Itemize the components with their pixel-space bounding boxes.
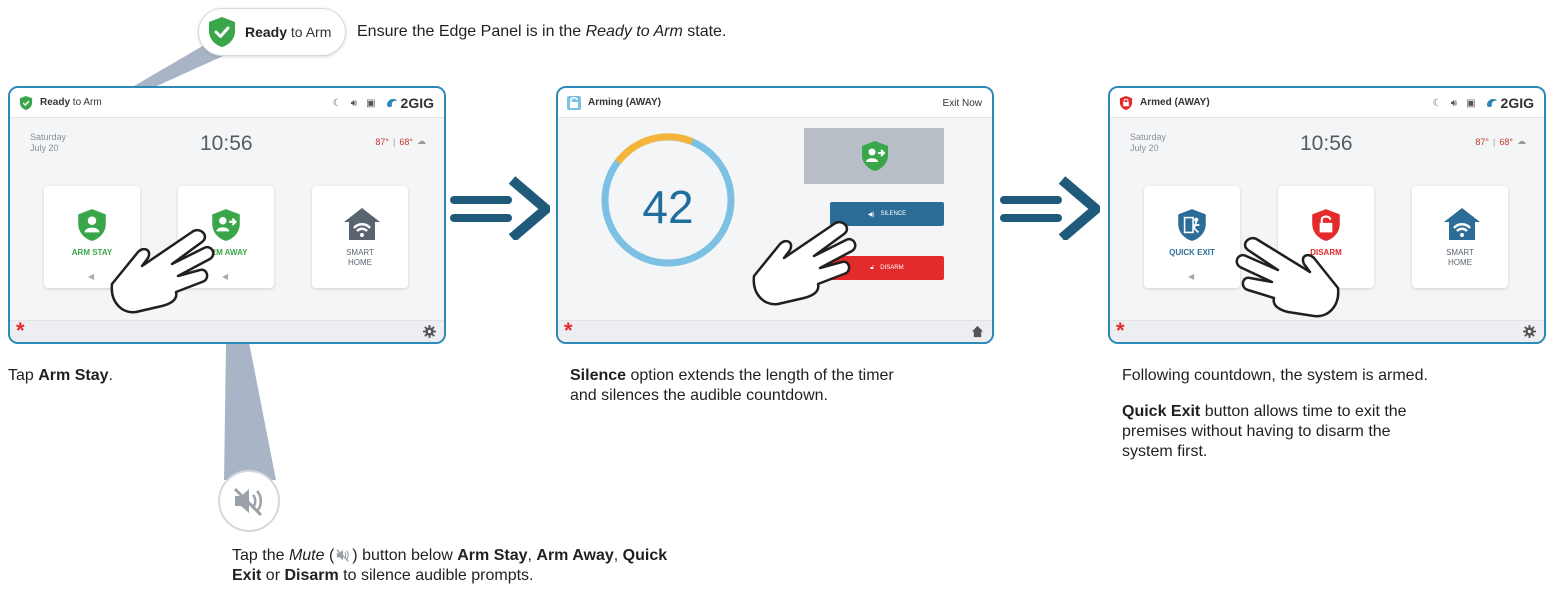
- gear-icon[interactable]: [423, 325, 436, 338]
- smart-home-card[interactable]: SMART HOME: [312, 186, 408, 288]
- countdown-value: 42: [642, 181, 694, 233]
- caption-armed: Following countdown, the system is armed…: [1122, 367, 1428, 460]
- exit-now-button[interactable]: Exit Now: [943, 98, 982, 109]
- shield-check-icon: [209, 17, 235, 47]
- arrow-right-icon: [450, 176, 550, 240]
- status-bar: Armed (AWAY) ☾ 🔊︎ ▣ 2GIG: [1110, 88, 1544, 118]
- mute-icon[interactable]: ◀︎: [1188, 272, 1194, 281]
- status-bar: Arming (AWAY) Exit Now: [558, 88, 992, 118]
- shield-lock-icon: [1119, 95, 1133, 110]
- footer-bar: *: [1110, 318, 1544, 342]
- smart-home-label: SMART HOME: [1446, 248, 1474, 267]
- brand-logo: 2GIG: [1485, 95, 1534, 111]
- moon-icon[interactable]: ☾: [333, 98, 342, 109]
- shield-person-arrow-icon: [862, 141, 888, 171]
- brand-logo: 2GIG: [385, 95, 434, 111]
- clock: 10:56: [1300, 132, 1353, 155]
- cloud-icon: ☁︎: [417, 136, 426, 146]
- unlock-icon: 🔓︎: [870, 264, 875, 271]
- cloud-icon: ☁︎: [1517, 136, 1526, 146]
- footer-bar: *: [10, 318, 444, 342]
- status-text: Arming (AWAY): [588, 97, 661, 108]
- caption-mute: Tap the Mute () button below Arm Stay, A…: [232, 547, 668, 584]
- footer-bar: *: [558, 318, 992, 342]
- camera-icon[interactable]: ▣: [1466, 98, 1475, 109]
- mute-icon: [233, 487, 263, 517]
- pointing-hand-icon: [752, 220, 857, 306]
- brand-swirl-icon: [386, 98, 397, 108]
- camera-icon[interactable]: ▣: [366, 98, 375, 109]
- date-display: Saturday July 20: [1130, 132, 1167, 153]
- ready-to-arm-label: Ready to Arm: [245, 24, 332, 40]
- emergency-icon[interactable]: *: [1116, 318, 1125, 342]
- brand-swirl-icon: [1486, 98, 1497, 108]
- status-bar: Ready to Arm ☾ 🔊︎ ▣ 2GIG: [10, 88, 444, 118]
- clock: 10:56: [200, 132, 253, 155]
- volume-icon[interactable]: 🔊︎: [1451, 98, 1457, 109]
- shield-check-icon: [19, 95, 33, 110]
- status-text: Ready to Arm: [40, 97, 102, 108]
- arrow-right-icon: [1000, 176, 1100, 240]
- smart-home-label: SMART HOME: [346, 248, 374, 267]
- smart-home-card[interactable]: SMART HOME: [1412, 186, 1508, 288]
- lock-icon: [567, 95, 581, 110]
- pointing-hand-icon: [110, 228, 215, 314]
- date-display: Saturday July 20: [30, 132, 67, 153]
- moon-icon[interactable]: ☾: [1433, 98, 1442, 109]
- pointing-hand-icon: [1235, 236, 1340, 318]
- emergency-icon[interactable]: *: [16, 318, 25, 342]
- emergency-icon[interactable]: *: [564, 318, 573, 342]
- mute-callout: [218, 470, 280, 532]
- volume-icon[interactable]: 🔊︎: [351, 98, 357, 109]
- quick-exit-icon: [1178, 209, 1206, 241]
- gear-icon[interactable]: [1523, 325, 1536, 338]
- ready-to-arm-callout: Ready to Arm: [198, 8, 346, 56]
- smart-home-icon: [1444, 208, 1480, 240]
- caption-arm-stay: Tap Arm Stay.: [8, 367, 113, 384]
- status-text: Armed (AWAY): [1140, 97, 1210, 108]
- home-icon[interactable]: [971, 325, 984, 338]
- profile-placeholder: [804, 128, 944, 184]
- smart-home-icon: [344, 208, 380, 240]
- weather[interactable]: 87° | 68° ☁︎: [375, 136, 426, 147]
- mute-icon: [336, 549, 350, 562]
- caption-silence: Silence option extends the length of the…: [570, 367, 894, 404]
- intro-instruction: Ensure the Edge Panel is in the Ready to…: [357, 23, 727, 40]
- weather[interactable]: 87° | 68° ☁︎: [1475, 136, 1526, 147]
